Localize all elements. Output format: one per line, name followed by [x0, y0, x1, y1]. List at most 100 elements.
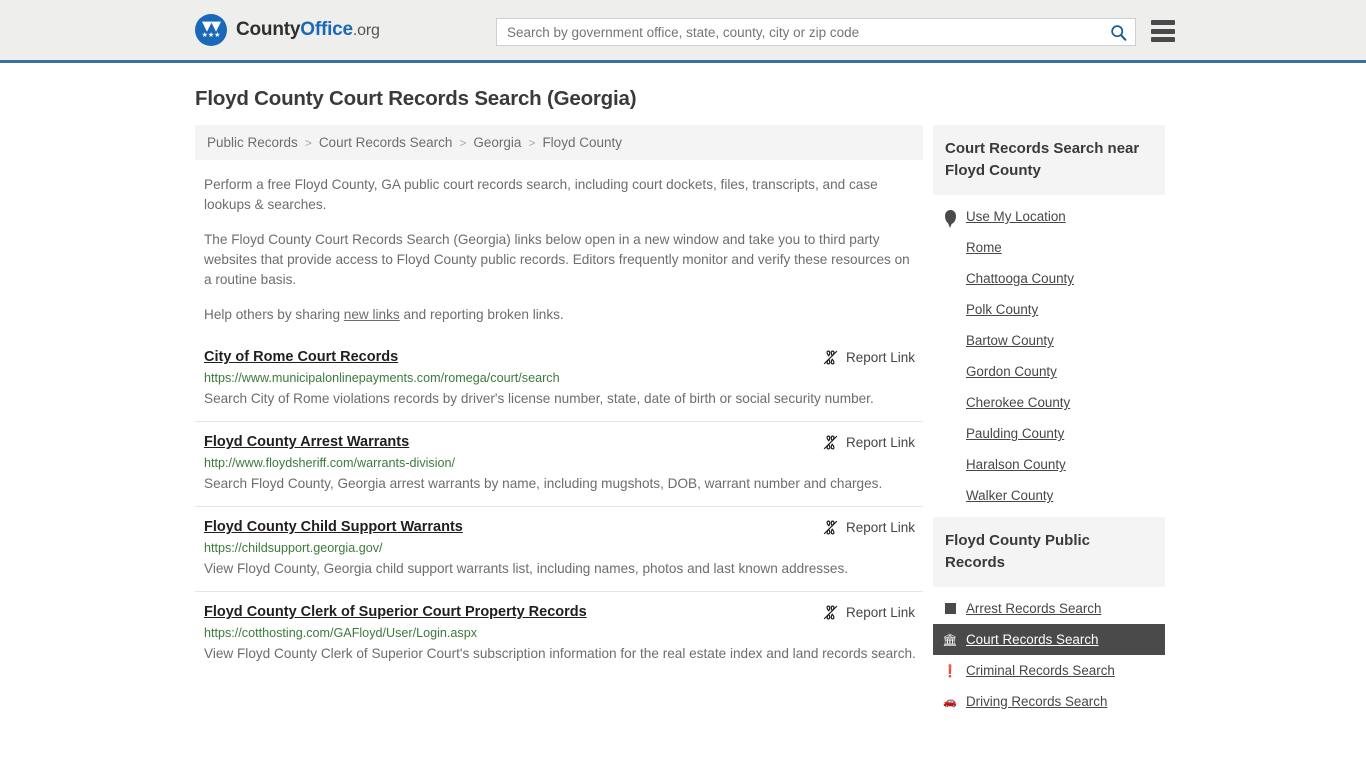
- breadcrumb-item-1[interactable]: Public Records: [207, 135, 298, 150]
- sidebar-nearby-item-gordon-county[interactable]: Gordon County: [933, 356, 1165, 387]
- hamburger-bar-1: [1151, 20, 1175, 25]
- blank-icon: [943, 426, 957, 441]
- sidebar-item-label: Cherokee County: [966, 395, 1071, 410]
- logo-text-office: Office: [300, 19, 353, 40]
- sidebar-nearby-item-paulding-county[interactable]: Paulding County: [933, 418, 1165, 449]
- blank-icon: [943, 302, 957, 317]
- sidebar-item-label: Walker County: [966, 488, 1054, 503]
- search-icon: [1110, 24, 1126, 41]
- bank-icon: 🏛: [942, 632, 958, 647]
- results-list: City of Rome Court Records Report Link htt…: [195, 343, 923, 676]
- result-title-link[interactable]: Floyd County Child Support Warrants: [204, 519, 463, 535]
- sidebar-nearby-item-chattooga-county[interactable]: Chattooga County: [933, 263, 1165, 294]
- intro-p3-after: and reporting broken links.: [399, 307, 564, 322]
- site-logo[interactable]: ▼▼ ★★★ CountyOffice.org: [195, 14, 380, 46]
- report-link-label: Report Link: [845, 435, 915, 450]
- result-header: City of Rome Court Records Report Link: [204, 349, 923, 366]
- sidebar-records-item-court-records-search[interactable]: 🏛 Court Records Search: [933, 624, 1165, 655]
- search-button[interactable]: [1101, 19, 1135, 45]
- search-bar[interactable]: [496, 18, 1136, 46]
- new-links-link[interactable]: new links: [344, 307, 400, 322]
- intro-paragraph-3: Help others by sharing new links and rep…: [204, 305, 919, 325]
- intro-section: Perform a free Floyd County, GA public c…: [195, 175, 923, 325]
- result-item: Floyd County Child Support Warrants Repor…: [195, 506, 923, 591]
- sidebar-nearby-item-walker-county[interactable]: Walker County: [933, 480, 1165, 511]
- blank-icon: [943, 333, 957, 348]
- page-container: Floyd County Court Records Search (Georg…: [0, 87, 1366, 723]
- logo-text-suffix: .org: [352, 22, 380, 39]
- sidebar-item-label: Gordon County: [966, 364, 1057, 379]
- result-title-link[interactable]: Floyd County Arrest Warrants: [204, 434, 409, 450]
- main-column: Public Records > Court Records Search > Geor…: [195, 125, 923, 723]
- eagle-icon: ▼▼: [202, 18, 221, 34]
- intro-p3-before: Help others by sharing: [204, 307, 344, 322]
- nearby-searches-heading: Court Records Search near Floyd County: [933, 125, 1165, 195]
- map-pin-icon: [943, 209, 957, 228]
- sidebar-nearby-item-bartow-county[interactable]: Bartow County: [933, 325, 1165, 356]
- result-description: View Floyd County Clerk of Superior Cour…: [204, 646, 916, 661]
- sidebar-records-item-arrest-records-search[interactable]: Arrest Records Search: [933, 593, 1165, 624]
- content-row: Public Records > Court Records Search > Geor…: [0, 125, 1366, 723]
- sidebar-item-label: Bartow County: [966, 333, 1054, 348]
- report-link-label: Report Link: [845, 350, 915, 365]
- breadcrumb-separator: >: [304, 135, 312, 150]
- hamburger-bar-3: [1151, 37, 1175, 42]
- sidebar-item-label: Rome: [966, 240, 1002, 255]
- sidebar-item-label: Polk County: [966, 302, 1039, 317]
- countyoffice-logo-icon: ▼▼ ★★★: [195, 14, 227, 46]
- result-description: View Floyd County, Georgia child support…: [204, 561, 849, 576]
- report-link-label: Report Link: [845, 520, 915, 535]
- result-url[interactable]: https://cotthosting.com/GAFloyd/User/Log…: [204, 626, 923, 640]
- public-records-list: Arrest Records Search 🏛 Court Records Sear…: [933, 587, 1165, 717]
- result-item: Floyd County Clerk of Superior Court Pro…: [195, 591, 923, 676]
- breadcrumb-item-2[interactable]: Court Records Search: [319, 135, 453, 150]
- report-link-button[interactable]: Report Link: [822, 349, 915, 366]
- map-pin-shape: [944, 209, 956, 228]
- result-description: Search Floyd County, Georgia arrest warr…: [204, 476, 883, 491]
- blank-icon: [943, 271, 957, 286]
- blank-icon: [943, 395, 957, 410]
- hamburger-bar-2: [1151, 28, 1175, 34]
- page-title: Floyd County Court Records Search (Georg…: [195, 87, 637, 110]
- blank-icon: [943, 240, 957, 255]
- sidebar-item-label: Court Records Search: [966, 632, 1099, 647]
- sidebar-item-label: Use My Location: [966, 209, 1066, 224]
- report-link-label: Report Link: [845, 605, 915, 620]
- sidebar-records-item-driving-records-search[interactable]: 🚗 Driving Records Search: [933, 686, 1165, 717]
- report-link-button[interactable]: Report Link: [822, 434, 915, 451]
- sidebar-item-label: Arrest Records Search: [966, 601, 1102, 616]
- report-link-button[interactable]: Report Link: [822, 519, 915, 536]
- result-url[interactable]: https://www.municipalonlinepayments.com/…: [204, 371, 923, 385]
- nearby-searches-box: Court Records Search near Floyd County U…: [933, 125, 1165, 511]
- result-header: Floyd County Child Support Warrants Repor…: [204, 519, 923, 536]
- breadcrumb-item-3[interactable]: Georgia: [473, 135, 521, 150]
- result-title-link[interactable]: City of Rome Court Records: [204, 349, 398, 365]
- sidebar-item-label: Criminal Records Search: [966, 663, 1115, 678]
- sidebar-nearby-item-cherokee-county[interactable]: Cherokee County: [933, 387, 1165, 418]
- sidebar-nearby-item-rome[interactable]: Rome: [933, 232, 1165, 263]
- sidebar-nearby-item-use-my-location[interactable]: Use My Location: [933, 201, 1165, 232]
- site-header: ▼▼ ★★★ CountyOffice.org: [0, 0, 1366, 63]
- result-url[interactable]: http://www.floydsheriff.com/warrants-div…: [204, 456, 923, 470]
- sidebar-item-label: Driving Records Search: [966, 694, 1108, 709]
- broken-link-icon: [823, 435, 838, 450]
- sidebar-item-label: Paulding County: [966, 426, 1065, 441]
- report-link-button[interactable]: Report Link: [822, 604, 915, 621]
- result-header: Floyd County Arrest Warrants Report Link: [204, 434, 923, 451]
- square-shape: [944, 603, 956, 614]
- car-icon: 🚗: [943, 695, 957, 708]
- hamburger-menu-button[interactable]: [1151, 20, 1175, 42]
- breadcrumb-separator: >: [528, 135, 536, 150]
- result-description: Search City of Rome violations records b…: [204, 391, 874, 406]
- result-item: City of Rome Court Records Report Link htt…: [195, 343, 923, 421]
- search-input[interactable]: [497, 19, 1101, 45]
- breadcrumb-item-4[interactable]: Floyd County: [542, 135, 622, 150]
- sidebar-nearby-item-haralson-county[interactable]: Haralson County: [933, 449, 1165, 480]
- exclamation-icon: ❗: [942, 663, 958, 678]
- result-title-link[interactable]: Floyd County Clerk of Superior Court Pro…: [204, 604, 587, 620]
- sidebar-records-item-criminal-records-search[interactable]: ❗ Criminal Records Search: [933, 655, 1165, 686]
- blank-icon: [943, 364, 957, 379]
- result-url[interactable]: https://childsupport.georgia.gov/: [204, 541, 923, 555]
- sidebar-nearby-item-polk-county[interactable]: Polk County: [933, 294, 1165, 325]
- public-records-heading: Floyd County Public Records: [933, 517, 1165, 587]
